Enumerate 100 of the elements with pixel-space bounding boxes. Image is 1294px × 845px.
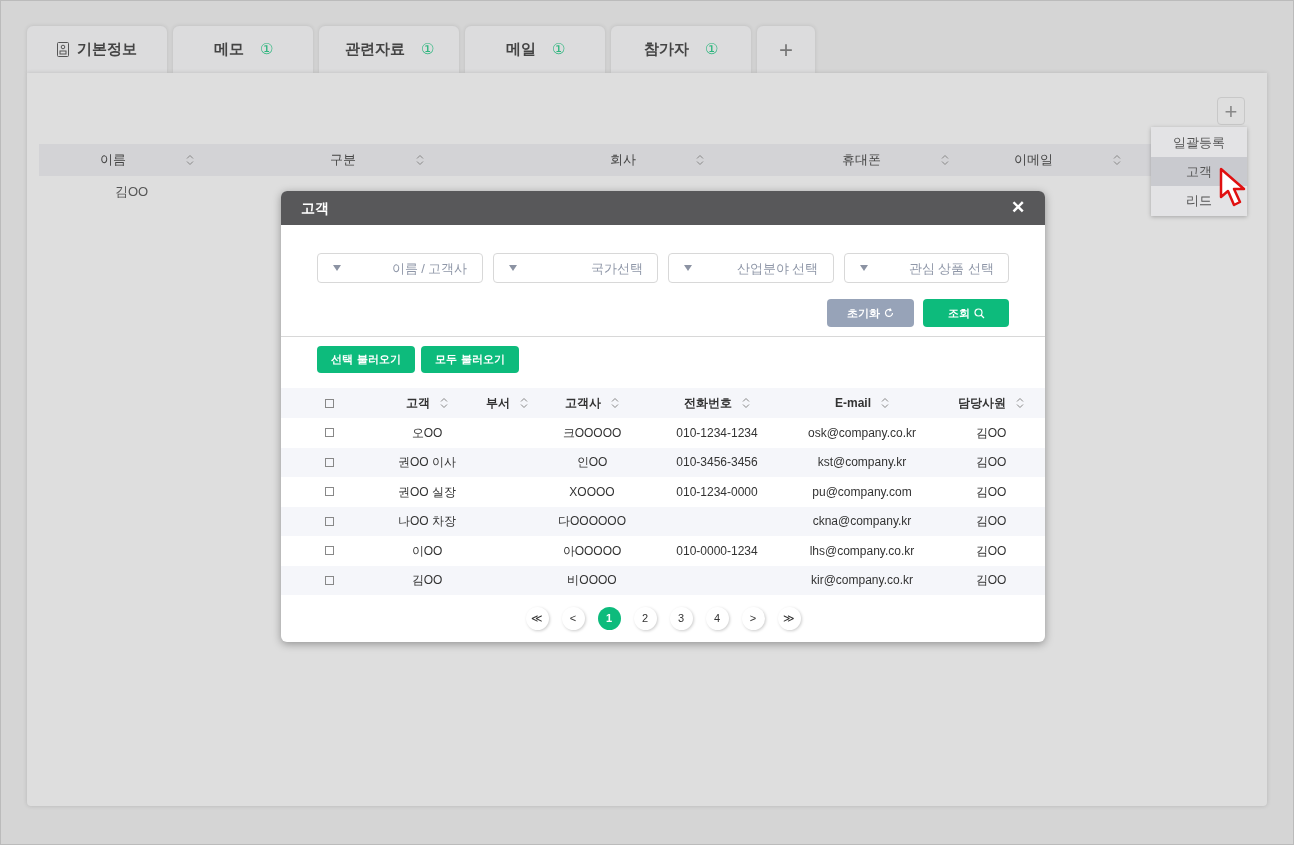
table-cell-text: 김OO [975, 483, 1007, 501]
table-cell-text: kst@company.kr [817, 454, 907, 472]
table-cell-text: 010-0000-1234 [676, 542, 758, 560]
column-header: 전화번호 [684, 395, 732, 412]
column-header: 이메일 [1014, 151, 1053, 170]
table-cell-text: 010-3456-3456 [676, 454, 758, 472]
column-header: 이름 [100, 151, 126, 170]
sort-icon[interactable] [440, 397, 448, 409]
page-button[interactable]: < [561, 607, 585, 630]
table-row[interactable]: 권OO 실장 XOOOO 010-1234-0000 pu@company.com 김OO [281, 477, 1045, 507]
table-row[interactable]: 권OO 이사 인OO 010-3456-3456 kst@company.kr 김OO [281, 447, 1045, 477]
column-header: E-mail [835, 395, 871, 412]
menu-item[interactable]: 일괄등록 [1151, 128, 1247, 157]
checkbox[interactable] [324, 575, 334, 585]
table-cell-text: 나OO 차장 [398, 513, 456, 531]
page-button[interactable]: > [741, 607, 765, 630]
count-label: ① [259, 39, 273, 60]
page-button[interactable]: 3 [669, 607, 693, 630]
select-field[interactable]: 국가선택 [492, 253, 658, 283]
caret-icon [859, 265, 868, 271]
count-label: ① [705, 39, 718, 60]
checkbox[interactable] [324, 516, 334, 526]
table-cell-text: 김OO [975, 572, 1007, 590]
checkbox[interactable] [324, 428, 334, 438]
checkbox[interactable] [324, 398, 334, 408]
sort-icon[interactable] [520, 397, 528, 409]
table-cell-text: 010-1234-0000 [676, 483, 758, 501]
table-cell-text: 김OO [975, 424, 1007, 442]
tab[interactable]: 메일 ① [465, 26, 605, 73]
count-label: ① [551, 39, 565, 60]
sort-icon[interactable] [186, 154, 194, 166]
tab[interactable]: 메모 ① [173, 26, 313, 73]
table-cell-text: lhs@company.co.kr [809, 542, 915, 560]
sort-icon[interactable] [611, 397, 619, 409]
select-field[interactable]: 산업분야 선택 [668, 253, 834, 283]
table-row[interactable]: 김OO 비OOOO kir@company.co.kr 김OO [281, 565, 1045, 595]
page-button[interactable]: 4 [705, 607, 729, 630]
table-row[interactable]: 이OO 아OOOOO 010-0000-1234 lhs@company.co.kr 김OO [281, 536, 1045, 566]
column-header: 고객 [406, 395, 430, 412]
tab[interactable]: 관련자료 ① [319, 26, 459, 73]
table-cell-text: 다OOOOOO [558, 513, 626, 531]
caret-icon [508, 265, 517, 271]
table-cell-text: 010-1234-1234 [676, 424, 758, 442]
sort-icon[interactable] [941, 154, 949, 166]
count-label: ① [420, 39, 434, 60]
table-cell-text: 이OO [411, 542, 443, 560]
tab-label: 관련자료 [344, 39, 405, 60]
table-cell-text: 김OO [975, 513, 1007, 531]
column-header: 휴대폰 [842, 151, 881, 170]
table-cell-text: 크OOOOO [562, 424, 622, 442]
table-cell-text: osk@company.co.kr [808, 424, 916, 442]
tab-label: 메모 [213, 39, 244, 60]
table-cell-text: 오OO [411, 424, 443, 442]
refresh-icon [884, 308, 894, 318]
column-header: 부서 [486, 395, 510, 412]
sort-icon[interactable] [742, 397, 750, 409]
menu-item[interactable]: 고객 [1151, 157, 1247, 186]
table-cell-text: XOOOO [569, 483, 615, 501]
caret-icon [684, 265, 692, 271]
tab[interactable]: 기본정보 [27, 26, 167, 73]
sort-icon[interactable] [1113, 154, 1121, 166]
close-button[interactable]: ✕ [1011, 195, 1025, 221]
table-cell-text: 김OO [975, 542, 1007, 560]
table-cell-text: pu@company.com [812, 483, 912, 501]
table-row[interactable]: 나OO 차장 다OOOOOO ckna@company.kr 김OO [281, 506, 1045, 536]
table-cell-text: 권OO 이사 [398, 454, 456, 472]
select-field[interactable]: 이름 / 고객사 [317, 253, 483, 283]
sort-icon[interactable] [1016, 397, 1024, 409]
page-button[interactable]: ≪ [525, 607, 549, 630]
table-cell-text: 아OOOOO [562, 542, 622, 560]
table-row[interactable]: 오OO 크OOOOO 010-1234-1234 osk@company.co.kr 김OO [281, 418, 1045, 448]
id-card-icon [57, 42, 69, 57]
caret-icon [333, 265, 341, 271]
sort-icon[interactable] [416, 154, 424, 166]
column-header: 담당사원 [958, 395, 1006, 412]
tab[interactable]: 참가자 ① [611, 26, 751, 73]
page-button[interactable]: ≫ [777, 607, 801, 630]
modal-title: 고객 [301, 198, 329, 218]
checkbox[interactable] [324, 546, 334, 556]
menu-item[interactable]: 리드 [1151, 186, 1247, 215]
column-header: 구분 [330, 151, 356, 170]
sort-icon[interactable] [881, 397, 889, 409]
checkbox[interactable] [324, 487, 334, 497]
table-cell-text: 김OO [114, 183, 150, 202]
table-cell-text: ckna@company.kr [812, 513, 912, 531]
table-cell-text: 김OO [411, 572, 443, 590]
page-button[interactable]: 2 [633, 607, 657, 630]
tab-label: 메일 [505, 39, 536, 60]
search-icon [973, 307, 985, 319]
table-cell-text: 권OO 실장 [398, 483, 456, 501]
table-cell-text: 김OO [975, 454, 1007, 472]
table-cell-text: 비OOOO [567, 572, 617, 590]
column-header: 고객사 [565, 395, 601, 412]
table-cell-text: kir@company.co.kr [811, 572, 913, 590]
checkbox[interactable] [324, 457, 334, 467]
sort-icon[interactable] [696, 154, 704, 166]
column-header: 회사 [610, 151, 636, 170]
table-cell-text: 인OO [576, 454, 608, 472]
select-field[interactable]: 관심 상품 선택 [843, 253, 1009, 283]
tab-label: 참가자 [644, 39, 689, 60]
